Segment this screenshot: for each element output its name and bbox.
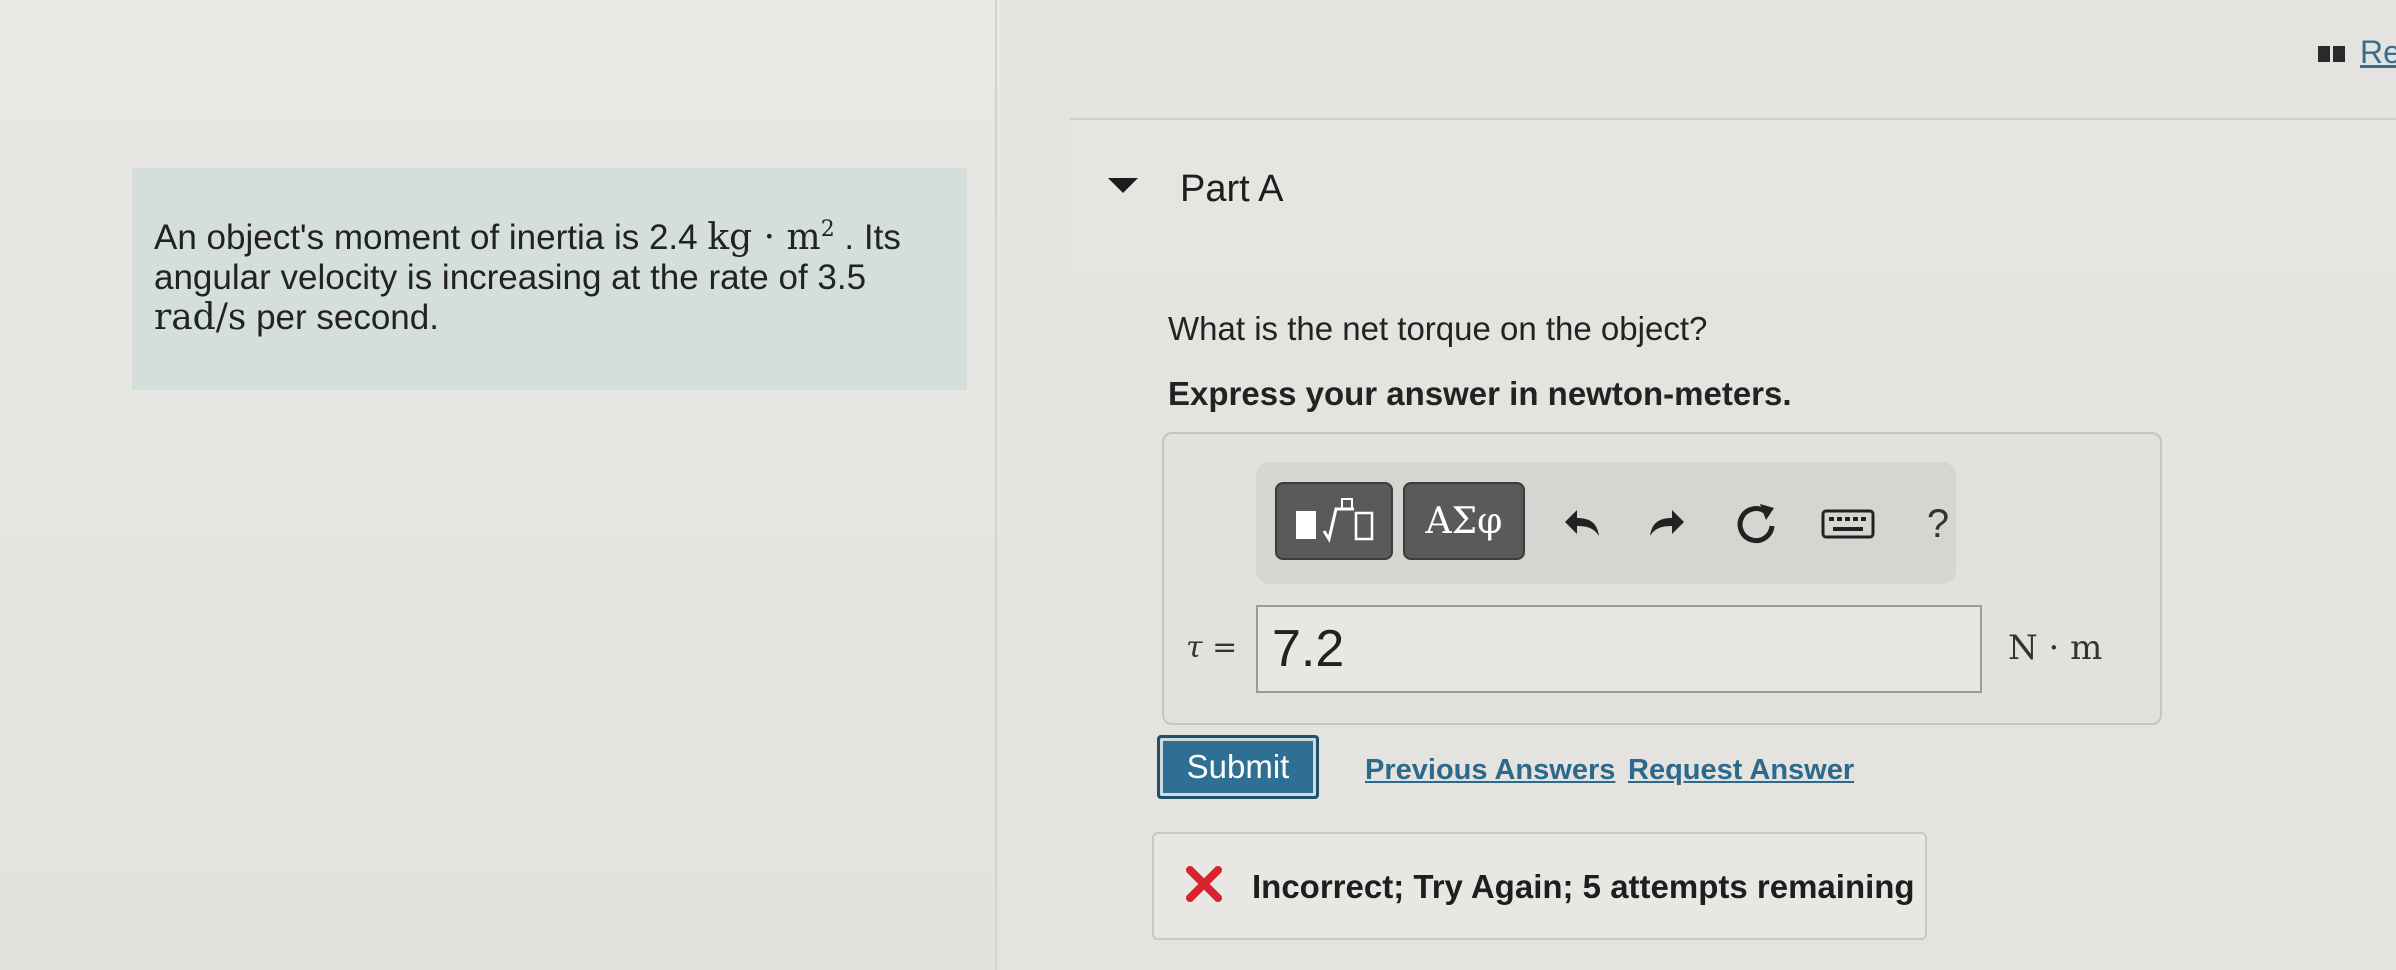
reset-icon[interactable] [1730,498,1782,550]
instruction-text: Express your answer in newton-meters. [1168,375,1792,412]
problem-column [0,0,1000,970]
problem-line-2: angular velocity is increasing at the ra… [154,258,867,297]
keyboard-icon[interactable] [1820,498,1876,550]
question-text: What is the net torque on the object? [1168,310,1708,347]
answer-variable-label: τ = [1186,630,1238,665]
redo-icon[interactable] [1640,498,1692,550]
undo-icon[interactable] [1557,498,1609,550]
incorrect-x-icon [1186,866,1222,902]
column-divider [995,0,997,970]
feedback-text: Incorrect; Try Again; 5 attempts remaini… [1252,868,1915,905]
angular-unit: rad/s [154,297,247,338]
previous-answers-link[interactable]: Previous Answers [1365,754,1615,787]
request-answer-link[interactable]: Request Answer [1628,754,1854,787]
help-icon[interactable]: ? [1912,498,1964,550]
templates-icon [1296,498,1374,543]
part-title: Part A [1180,168,1284,210]
greek-symbols-button[interactable]: ΑΣφ [1403,482,1525,560]
problem-text-1: An object's moment of inertia is 2.4 [154,218,698,257]
problem-text-2: . Its [844,218,901,257]
inertia-unit-exponent: 2 [820,217,835,242]
problem-statement: An object's moment of inertia is 2.4 kg … [132,168,967,390]
book-icon [2318,46,2345,62]
inertia-unit: kg · m2 [707,217,834,258]
problem-line-3: rad/s per second. [154,298,967,338]
answer-input[interactable] [1256,605,1982,693]
templates-button[interactable] [1275,482,1393,560]
problem-line-1: An object's moment of inertia is 2.4 kg … [154,210,967,258]
review-link[interactable]: Re [2360,34,2396,71]
submit-button[interactable]: Submit [1157,735,1319,799]
problem-text-4: per second. [256,298,439,337]
answer-unit: N · m [2008,628,2103,668]
inertia-unit-base: kg · m [707,217,821,258]
collapse-caret-icon[interactable] [1108,178,1138,193]
